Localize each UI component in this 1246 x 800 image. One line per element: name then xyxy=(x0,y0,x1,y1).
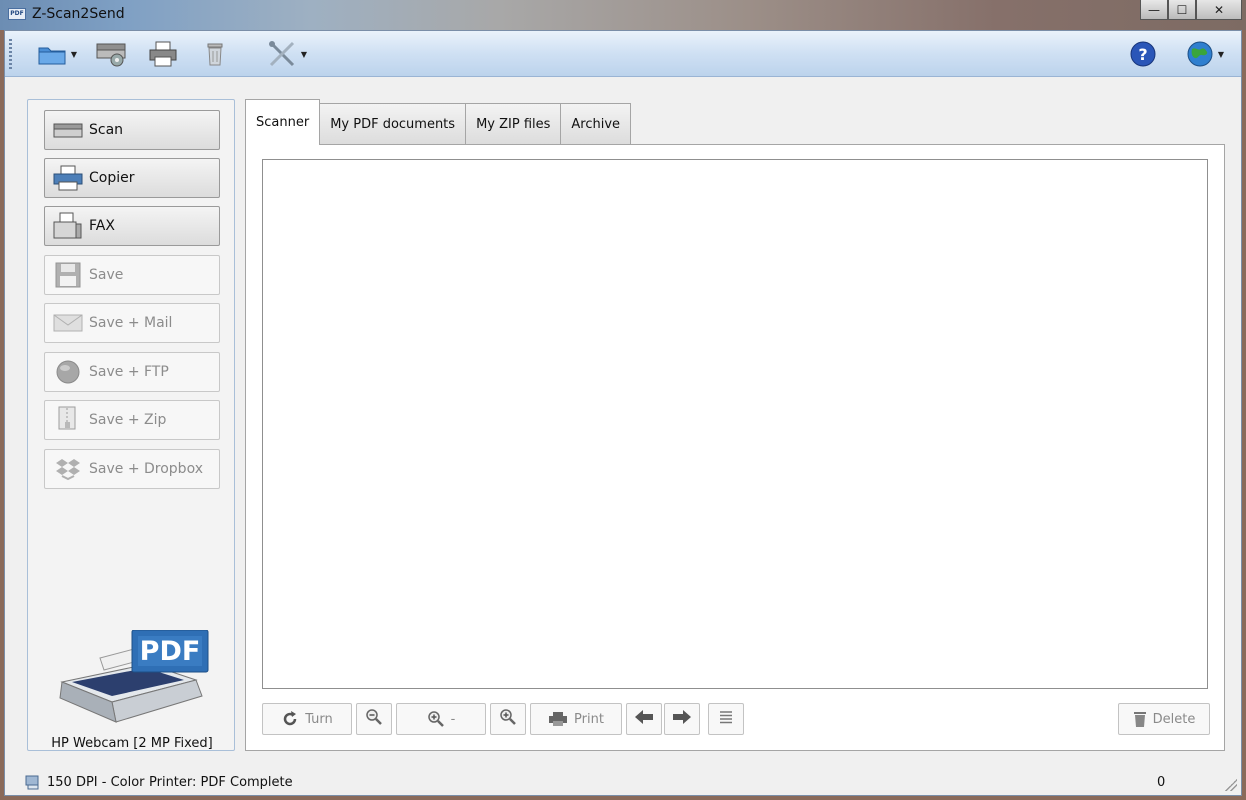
zoom-in-button[interactable] xyxy=(490,703,526,735)
print-page-button-label: Print xyxy=(574,711,604,727)
turn-button-label: Turn xyxy=(305,711,333,727)
save-mail-button-label: Save + Mail xyxy=(89,315,173,331)
delete-button[interactable]: Delete xyxy=(1118,703,1210,735)
scanner-pdf-logo: PDF xyxy=(56,629,212,730)
trash-icon xyxy=(1133,710,1147,728)
copier-icon xyxy=(53,165,83,191)
help-button[interactable]: ? xyxy=(1127,38,1159,70)
chevron-down-icon: ▼ xyxy=(70,49,78,59)
copier-button-label: Copier xyxy=(89,170,135,186)
globe-icon xyxy=(1186,40,1214,68)
fax-icon xyxy=(53,212,83,239)
previous-page-button[interactable] xyxy=(626,703,662,735)
mail-icon xyxy=(53,310,83,336)
title-bar: PDF Z-Scan2Send — ☐ ✕ xyxy=(0,0,1246,30)
tab-my-pdf-documents[interactable]: My PDF documents xyxy=(319,103,467,145)
ftp-globe-icon xyxy=(53,359,83,385)
svg-text:?: ? xyxy=(1138,45,1147,64)
open-folder-button[interactable]: ▼ xyxy=(31,38,83,70)
close-button[interactable]: ✕ xyxy=(1196,0,1242,20)
document-count: 0 xyxy=(1157,775,1166,790)
copier-button[interactable]: Copier xyxy=(44,158,220,198)
app-icon: PDF xyxy=(8,8,26,20)
save-ftp-button[interactable]: Save + FTP xyxy=(44,352,220,392)
tab-strip: Scanner My PDF documents My ZIP files Ar… xyxy=(245,99,632,145)
pdf-badge-text: PDF xyxy=(139,636,201,667)
save-button[interactable]: Save xyxy=(44,255,220,295)
zoom-out-icon xyxy=(365,708,383,730)
delete-button-label: Delete xyxy=(1152,711,1196,727)
scanner-icon xyxy=(53,117,83,143)
trash-button[interactable] xyxy=(201,38,229,70)
zoom-level-dropdown[interactable]: - xyxy=(396,703,486,735)
floppy-icon xyxy=(53,262,83,288)
tools-button[interactable]: ▼ xyxy=(261,38,313,70)
scanner-settings-button[interactable] xyxy=(93,38,129,70)
help-icon: ? xyxy=(1129,40,1157,68)
app-window: ▼ ▼ ? ▼ Scan Copier FAX Save Save + Mail… xyxy=(4,30,1242,796)
status-bar: 150 DPI - Color Printer: PDF Complete 0 xyxy=(5,769,1241,795)
save-dropbox-button[interactable]: Save + Dropbox xyxy=(44,449,220,489)
arrow-right-icon xyxy=(672,709,692,729)
minimize-button[interactable]: — xyxy=(1140,0,1168,20)
tab-archive[interactable]: Archive xyxy=(560,103,632,145)
maximize-button[interactable]: ☐ xyxy=(1168,0,1196,20)
scan-button[interactable]: Scan xyxy=(44,110,220,150)
zoom-in-icon xyxy=(499,708,517,730)
chevron-down-icon: ▼ xyxy=(1217,49,1225,59)
fax-button[interactable]: FAX xyxy=(44,206,220,246)
print-button[interactable] xyxy=(145,38,181,70)
main-toolbar: ▼ ▼ ? ▼ xyxy=(5,31,1241,77)
device-label: HP Webcam [2 MP Fixed] xyxy=(51,736,213,751)
printer-status: Printer: PDF Complete xyxy=(149,775,293,790)
zoom-icon xyxy=(427,710,445,728)
rotate-icon xyxy=(281,710,299,728)
tab-my-zip-files[interactable]: My ZIP files xyxy=(465,103,562,145)
arrow-left-icon xyxy=(634,709,654,729)
save-zip-button-label: Save + Zip xyxy=(89,412,167,428)
dpi-status: 150 DPI - Color xyxy=(47,775,145,790)
scanner-settings-icon xyxy=(95,40,127,68)
page-list-button[interactable] xyxy=(708,703,744,735)
open-folder-icon xyxy=(37,42,67,66)
trash-icon xyxy=(205,40,225,68)
tools-icon xyxy=(267,39,297,69)
tab-content: Turn - Print Delete xyxy=(245,144,1225,751)
preview-canvas[interactable] xyxy=(262,159,1208,689)
print-page-button[interactable]: Print xyxy=(530,703,622,735)
scan-button-label: Scan xyxy=(89,122,124,138)
document-panel: Scanner My PDF documents My ZIP files Ar… xyxy=(245,99,1233,751)
printer-icon xyxy=(548,711,568,727)
printer-icon xyxy=(148,40,178,68)
scanner-status-icon xyxy=(25,774,41,794)
resize-grip[interactable] xyxy=(1225,779,1237,791)
chevron-down-icon: ▼ xyxy=(300,49,308,59)
window-controls: — ☐ ✕ xyxy=(1140,0,1242,20)
save-ftp-button-label: Save + FTP xyxy=(89,364,169,380)
toolbar-grip[interactable] xyxy=(9,39,12,69)
list-icon xyxy=(718,709,734,729)
action-panel: Scan Copier FAX Save Save + Mail Save + … xyxy=(27,99,235,751)
save-zip-button[interactable]: Save + Zip xyxy=(44,400,220,440)
next-page-button[interactable] xyxy=(664,703,700,735)
zip-icon xyxy=(53,406,83,433)
save-mail-button[interactable]: Save + Mail xyxy=(44,303,220,343)
save-dropbox-button-label: Save + Dropbox xyxy=(89,461,203,477)
dropbox-icon xyxy=(53,456,83,482)
turn-button[interactable]: Turn xyxy=(262,703,352,735)
save-button-label: Save xyxy=(89,267,124,283)
language-button[interactable]: ▼ xyxy=(1179,38,1231,70)
zoom-level-value: - xyxy=(450,711,456,727)
tab-scanner[interactable]: Scanner xyxy=(245,99,321,145)
window-title: Z-Scan2Send xyxy=(32,6,125,22)
zoom-out-button[interactable] xyxy=(356,703,392,735)
fax-button-label: FAX xyxy=(89,218,115,234)
